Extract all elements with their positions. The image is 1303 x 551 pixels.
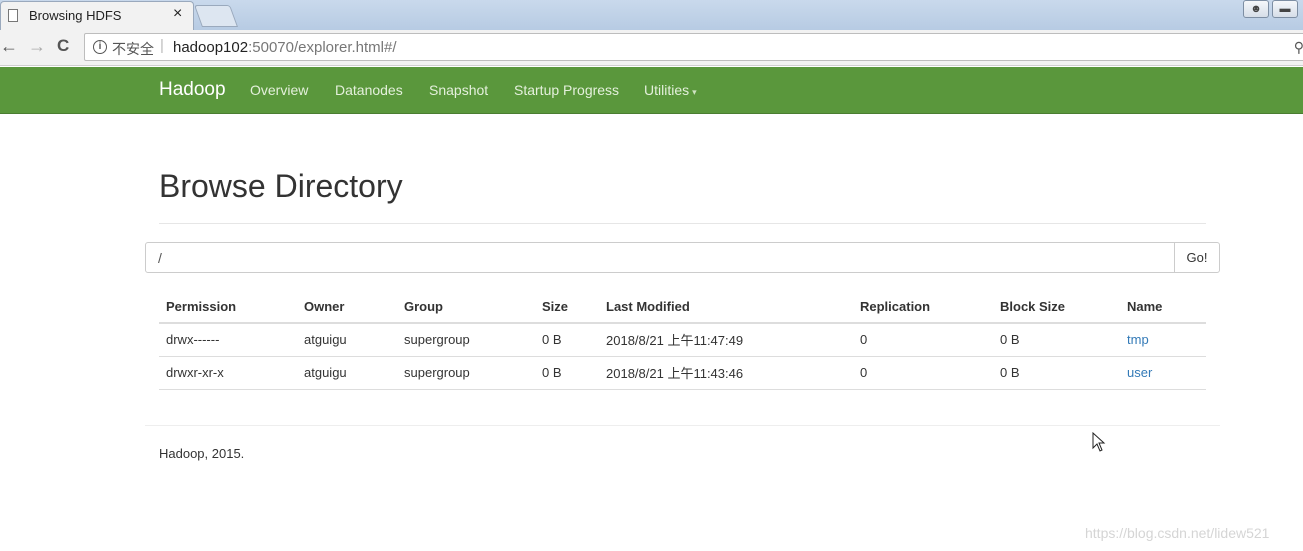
cell-last-modified: 2018/8/21 上午11:43:46 (599, 356, 853, 390)
cell-permission: drwxr-xr-x (159, 356, 297, 390)
nav-link-snapshot[interactable]: Snapshot (429, 82, 488, 98)
minimize-icon[interactable]: ▬ (1272, 0, 1298, 18)
cell-owner: atguigu (297, 356, 397, 390)
footer-divider (145, 425, 1220, 426)
column-header-owner[interactable]: Owner (297, 290, 397, 324)
directory-path-input[interactable] (145, 242, 1175, 273)
footer-text: Hadoop, 2015. (159, 446, 245, 461)
watermark: https://blog.csdn.net/lidew521 (1085, 525, 1270, 541)
cell-group: supergroup (397, 323, 535, 357)
divider (159, 223, 1206, 224)
cell-owner: atguigu (297, 323, 397, 357)
cell-size: 0 B (535, 356, 599, 390)
address-bar: ← → C i 不安全 | hadoop102:50070/explorer.h… (0, 30, 1303, 66)
nav-link-startup-progress[interactable]: Startup Progress (514, 82, 619, 98)
cell-last-modified: 2018/8/21 上午11:47:49 (599, 323, 853, 357)
cell-size: 0 B (535, 323, 599, 357)
reload-icon[interactable]: C (57, 36, 69, 56)
cell-block-size: 0 B (993, 323, 1120, 357)
user-profile-icon[interactable]: ☻ (1243, 0, 1269, 18)
hadoop-navbar: Hadoop Overview Datanodes Snapshot Start… (0, 67, 1303, 114)
column-header-last-modified[interactable]: Last Modified (599, 290, 853, 324)
table-header-row: Permission Owner Group Size Last Modifie… (159, 290, 1206, 324)
url-text[interactable]: hadoop102:50070/explorer.html#/ (173, 39, 397, 56)
nav-link-utilities[interactable]: Utilities ▾ (644, 82, 697, 98)
url-host: hadoop102 (173, 39, 249, 56)
page-icon (8, 9, 18, 22)
cell-name: tmp (1120, 323, 1206, 357)
column-header-block-size[interactable]: Block Size (993, 290, 1120, 324)
url-field[interactable]: i 不安全 | hadoop102:50070/explorer.html#/ … (84, 33, 1303, 61)
directory-table: Permission Owner Group Size Last Modifie… (159, 290, 1206, 390)
chevron-down-icon: ▾ (692, 87, 697, 97)
back-icon[interactable]: ← (0, 36, 18, 57)
table-row: drwx------ atguigu supergroup 0 B 2018/8… (159, 323, 1206, 357)
nav-link-utilities-label: Utilities (644, 82, 690, 98)
forward-icon[interactable]: → (28, 36, 46, 57)
page-title: Browse Directory (159, 168, 403, 204)
column-header-size[interactable]: Size (535, 290, 599, 324)
insecure-label[interactable]: 不安全 (112, 39, 154, 59)
navbar-brand[interactable]: Hadoop (159, 79, 226, 101)
nav-link-overview[interactable]: Overview (250, 82, 308, 98)
tab-close-icon[interactable]: × (173, 5, 182, 23)
table-row: drwxr-xr-x atguigu supergroup 0 B 2018/8… (159, 356, 1206, 390)
cell-replication: 0 (853, 323, 993, 357)
mouse-cursor-icon (1092, 432, 1106, 452)
column-header-name[interactable]: Name (1120, 290, 1206, 324)
directory-link-tmp[interactable]: tmp (1127, 332, 1149, 347)
cell-replication: 0 (853, 356, 993, 390)
new-tab-button[interactable] (193, 5, 239, 27)
cell-group: supergroup (397, 356, 535, 390)
column-header-permission[interactable]: Permission (159, 290, 297, 324)
tab-title: Browsing HDFS (29, 8, 122, 23)
cell-name: user (1120, 356, 1206, 390)
nav-link-datanodes[interactable]: Datanodes (335, 82, 403, 98)
column-header-replication[interactable]: Replication (853, 290, 993, 324)
url-path: :50070/explorer.html#/ (248, 39, 397, 56)
info-icon[interactable]: i (93, 40, 107, 54)
url-separator: | (160, 37, 164, 54)
cell-block-size: 0 B (993, 356, 1120, 390)
browser-tab[interactable]: Browsing HDFS × (0, 1, 194, 30)
column-header-group[interactable]: Group (397, 290, 535, 324)
go-button[interactable]: Go! (1174, 242, 1220, 273)
zoom-icon[interactable]: ⚲ (1294, 39, 1303, 56)
cell-permission: drwx------ (159, 323, 297, 357)
directory-link-user[interactable]: user (1127, 365, 1152, 380)
browser-tab-strip: Browsing HDFS × ☻ ▬ (0, 0, 1303, 30)
